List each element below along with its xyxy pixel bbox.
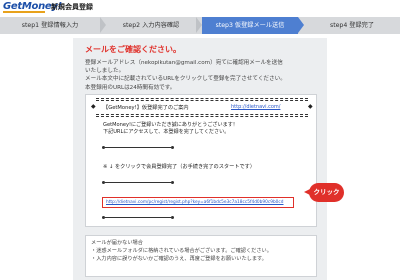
- divider: [105, 217, 171, 218]
- divider: [96, 100, 308, 101]
- help-item: ・入力内容に誤りがないかご確認のうえ、再度ご登録をお願いいたします。: [91, 256, 267, 262]
- email-body-line: 下記URLにアクセスして、本登録を完了してください。: [103, 129, 230, 136]
- diamond-icon: ◆: [91, 103, 96, 110]
- help-item: ・迷惑メールフォルダに格納されている場合がございます。ご確認ください。: [91, 248, 272, 254]
- instruction-text: 登録メールアドレス（nekopikutan@gmail.com）宛てに確認用メー…: [85, 59, 321, 92]
- diamond-icon: ◆: [308, 103, 313, 110]
- email-site-link[interactable]: http://dietnavi.com/: [231, 104, 280, 110]
- instruction-line: 登録メールアドレス（nekopikutan@gmail.com）宛てに確認用メー…: [85, 60, 283, 66]
- sample-email: ◆ 【GetMoney!】仮登録完了のご案内 http://dietnavi.c…: [85, 94, 317, 227]
- step-4: step4 登録完了: [329, 22, 375, 29]
- dot-icon: [171, 181, 174, 184]
- email-body: GetMoney!にご登録いただき誠にありがとうございます！ 下記URLにアクセ…: [103, 122, 303, 137]
- registration-url-link[interactable]: http://dietnavi.com/pc/regist/regist.php…: [102, 197, 294, 208]
- instruction-line: いたしました。: [85, 68, 125, 75]
- email-subject: 【GetMoney!】仮登録完了のご案内: [103, 105, 189, 111]
- divider: [96, 116, 308, 117]
- step-progress-bar: step1 登録情報入力 step2 入力内容確認 step3 仮登録メール送信…: [0, 17, 400, 34]
- main-panel: メールをご確認ください。 登録メールアドレス（nekopikutan@gmail…: [73, 38, 327, 280]
- dot-icon: [171, 216, 174, 219]
- divider: [96, 98, 308, 99]
- confirm-mail-heading: メールをご確認ください。: [85, 45, 181, 54]
- instruction-line: 本登録用のURLは24時間有効です。: [85, 84, 176, 91]
- help-box: メールが届かない場合 ・迷惑メールフォルダに格納されている場合がございます。ご確…: [85, 235, 317, 277]
- step-1: step1 登録情報入力: [21, 22, 79, 29]
- divider: [96, 114, 308, 115]
- page-header: GetMoney! 新規会員登録: [0, 0, 400, 14]
- help-title: メールが届かない場合: [91, 240, 143, 246]
- page-title: 新規会員登録: [51, 3, 93, 11]
- click-callout-badge: クリック: [309, 183, 344, 202]
- instruction-line: メール本文中に記載されているURLをクリックして登録を完了させてください。: [85, 76, 286, 83]
- divider: [105, 182, 171, 183]
- step-2: step2 入力内容確認: [122, 22, 180, 29]
- divider: [105, 147, 171, 148]
- dot-icon: [171, 146, 174, 149]
- email-notice: ※ ↓ をクリックで会員登録完了（お手続き完了のスタートです）: [103, 164, 256, 170]
- step-3-current: step3 仮登録メール送信: [202, 17, 298, 34]
- logo-underline: [3, 11, 45, 13]
